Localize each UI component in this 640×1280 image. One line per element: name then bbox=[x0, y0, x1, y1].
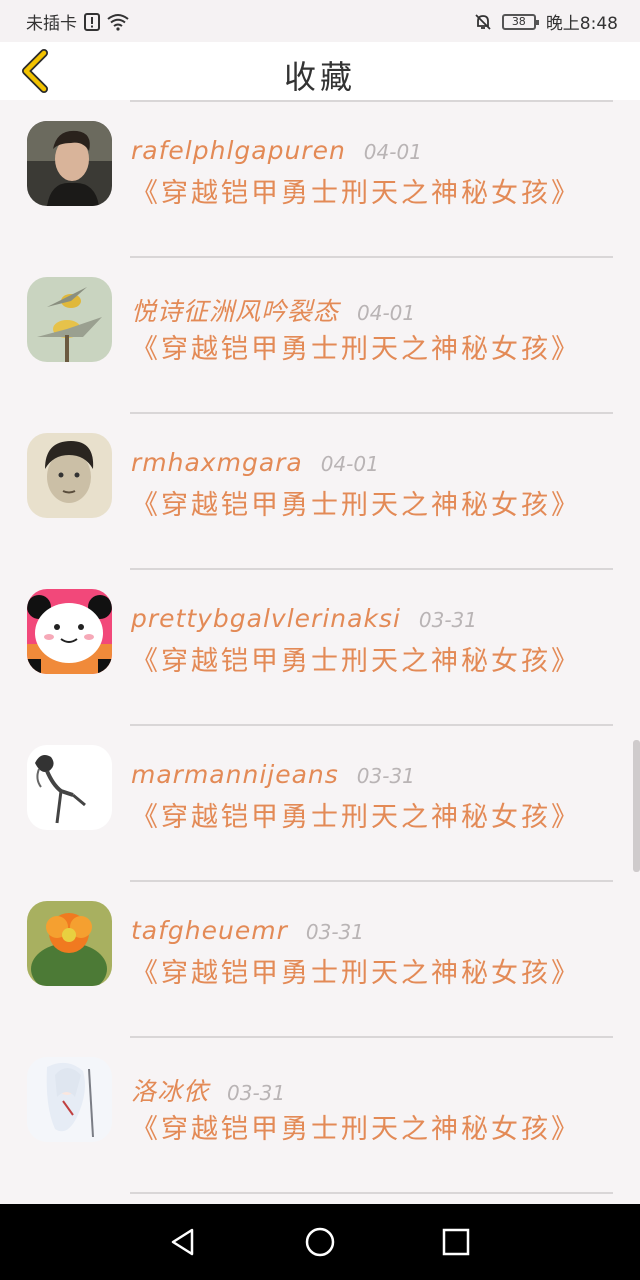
item-date: 03-31 bbox=[305, 920, 364, 944]
battery-level: 38 bbox=[511, 14, 526, 28]
user-name: 洛冰依 bbox=[131, 1077, 210, 1106]
favorite-item[interactable]: prettybgalvlerinaksi 03-31 《穿越铠甲勇士刑天之神秘女… bbox=[0, 570, 640, 726]
nav-home-button[interactable] bbox=[300, 1222, 340, 1262]
item-meta: marmannijeans 03-31 bbox=[131, 760, 415, 789]
story-title[interactable]: 《穿越铠甲勇士刑天之神秘女孩》 bbox=[131, 174, 578, 214]
avatar-man-photo bbox=[27, 121, 112, 206]
user-avatar[interactable] bbox=[27, 121, 112, 206]
user-name: rmhaxmgara bbox=[131, 448, 303, 477]
clock-text: 晚上8:48 bbox=[545, 14, 618, 34]
user-name: 悦诗征洲风吟裂态 bbox=[131, 297, 340, 326]
user-avatar[interactable] bbox=[27, 277, 112, 362]
user-name: tafgheuemr bbox=[131, 916, 288, 945]
nav-recent-button[interactable] bbox=[436, 1222, 476, 1262]
user-name: prettybgalvlerinaksi bbox=[131, 604, 401, 633]
item-meta: rafelphlgapuren 04-01 bbox=[131, 136, 422, 165]
avatar-birds-photo bbox=[27, 277, 112, 362]
favorite-item[interactable]: tafgheuemr 03-31 《穿越铠甲勇士刑天之神秘女孩》 bbox=[0, 882, 640, 1038]
carrier-text: 未插卡 bbox=[26, 14, 77, 34]
item-date: 03-31 bbox=[418, 608, 478, 632]
app-header: 收藏 bbox=[0, 42, 640, 100]
item-meta: prettybgalvlerinaksi 03-31 bbox=[131, 604, 477, 633]
item-meta: 悦诗征洲风吟裂态 04-01 bbox=[131, 292, 415, 328]
avatar-panda-cartoon bbox=[27, 589, 112, 674]
story-title[interactable]: 《穿越铠甲勇士刑天之神秘女孩》 bbox=[131, 798, 578, 838]
triangle-back-icon bbox=[171, 1228, 194, 1256]
user-avatar[interactable] bbox=[27, 589, 112, 674]
item-meta: rmhaxmgara 04-01 bbox=[131, 448, 379, 477]
scrollbar[interactable] bbox=[633, 740, 640, 872]
avatar-sketch-figure bbox=[27, 745, 112, 830]
page-title: 收藏 bbox=[283, 58, 356, 96]
favorite-item[interactable]: marmannijeans 03-31 《穿越铠甲勇士刑天之神秘女孩》 bbox=[0, 726, 640, 882]
user-avatar[interactable] bbox=[27, 745, 112, 830]
item-meta: tafgheuemr 03-31 bbox=[131, 916, 364, 945]
item-date: 03-31 bbox=[227, 1081, 286, 1105]
story-title[interactable]: 《穿越铠甲勇士刑天之神秘女孩》 bbox=[131, 642, 578, 682]
avatar-cactus-flower bbox=[27, 901, 112, 986]
status-left: 未插卡 bbox=[26, 9, 129, 34]
mute-bell-icon bbox=[475, 13, 491, 30]
item-date: 04-01 bbox=[320, 452, 379, 476]
item-date: 03-31 bbox=[356, 764, 415, 788]
wifi-icon bbox=[107, 13, 129, 31]
avatar-sketch-face bbox=[27, 433, 112, 518]
square-recent-icon bbox=[442, 1228, 470, 1256]
avatar-anime-girl bbox=[27, 1057, 112, 1142]
favorite-item[interactable]: rmhaxmgara 04-01 《穿越铠甲勇士刑天之神秘女孩》 bbox=[0, 414, 640, 570]
user-avatar[interactable] bbox=[27, 901, 112, 986]
user-name: marmannijeans bbox=[131, 760, 339, 789]
story-title[interactable]: 《穿越铠甲勇士刑天之神秘女孩》 bbox=[131, 486, 578, 526]
item-meta: 洛冰依 03-31 bbox=[131, 1072, 285, 1108]
item-date: 04-01 bbox=[363, 140, 422, 164]
user-avatar[interactable] bbox=[27, 433, 112, 518]
favorite-item[interactable]: 悦诗征洲风吟裂态 04-01 《穿越铠甲勇士刑天之神秘女孩》 bbox=[0, 258, 640, 414]
status-right: 38 晚上8:48 bbox=[474, 9, 618, 34]
status-bar: 未插卡 38 晚上8:48 bbox=[0, 0, 640, 42]
story-title[interactable]: 《穿越铠甲勇士刑天之神秘女孩》 bbox=[131, 954, 578, 994]
system-nav-bar bbox=[0, 1204, 640, 1280]
battery-icon: 38 bbox=[501, 13, 539, 30]
nav-back-button[interactable] bbox=[163, 1222, 203, 1262]
item-divider bbox=[130, 1192, 613, 1194]
favorite-item[interactable]: rafelphlgapuren 04-01 《穿越铠甲勇士刑天之神秘女孩》 bbox=[0, 102, 640, 258]
circle-home-icon bbox=[305, 1227, 335, 1257]
story-title[interactable]: 《穿越铠甲勇士刑天之神秘女孩》 bbox=[131, 1110, 578, 1150]
favorites-list[interactable]: rafelphlgapuren 04-01 《穿越铠甲勇士刑天之神秘女孩》 悦诗… bbox=[0, 100, 640, 1204]
favorite-item[interactable]: 洛冰依 03-31 《穿越铠甲勇士刑天之神秘女孩》 bbox=[0, 1038, 640, 1194]
user-avatar[interactable] bbox=[27, 1057, 112, 1142]
sim-alert-icon bbox=[84, 12, 100, 31]
item-date: 04-01 bbox=[357, 301, 416, 325]
story-title[interactable]: 《穿越铠甲勇士刑天之神秘女孩》 bbox=[131, 330, 578, 370]
user-name: rafelphlgapuren bbox=[131, 136, 346, 165]
